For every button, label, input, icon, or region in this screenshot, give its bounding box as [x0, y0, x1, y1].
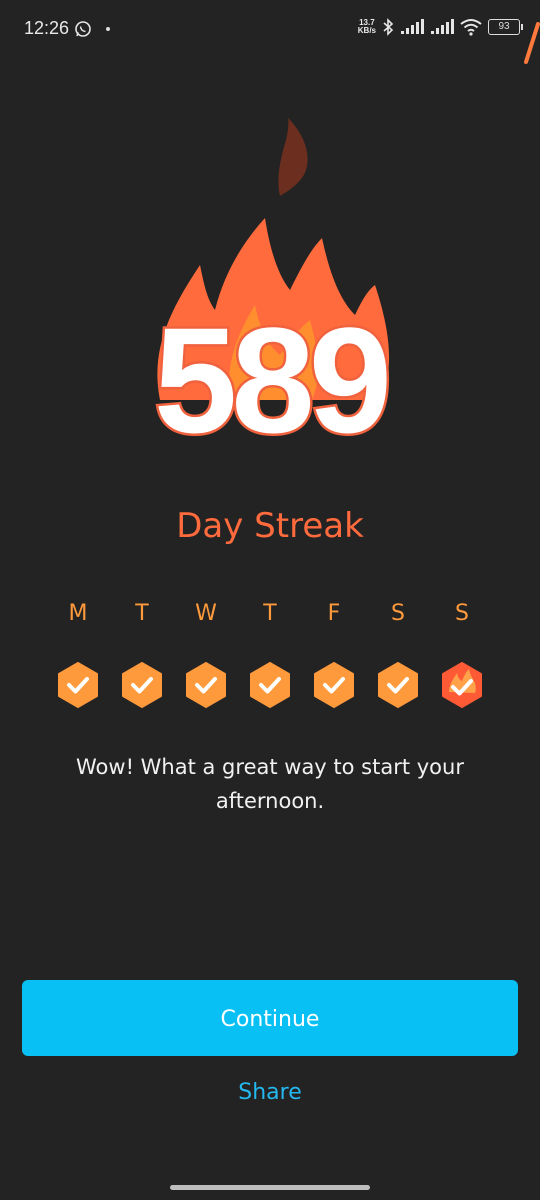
flame-check-badge-icon: [442, 662, 482, 708]
check-badge-icon: [122, 662, 162, 708]
day-saturday: S: [368, 596, 428, 708]
status-time: 12:26: [24, 18, 70, 38]
day-tuesday: T: [112, 596, 172, 708]
week-progress: M T W T F S S: [48, 596, 492, 708]
day-letter: T: [263, 601, 277, 626]
day-letter: S: [455, 601, 469, 626]
net-speed: 13.7 KB/s: [358, 19, 376, 35]
whatsapp-icon: [75, 21, 91, 37]
home-indicator[interactable]: [170, 1185, 370, 1190]
bluetooth-icon: [383, 18, 394, 36]
net-speed-unit: KB/s: [357, 26, 376, 35]
day-letter: W: [195, 601, 217, 626]
status-left-icons: [74, 20, 110, 38]
streak-count: 589: [151, 296, 394, 464]
flame-wisp: [278, 118, 308, 196]
day-monday: M: [48, 596, 108, 708]
share-button[interactable]: Share: [0, 1080, 540, 1105]
corner-accent: [524, 22, 540, 64]
streak-message: Wow! What a great way to start your afte…: [76, 755, 464, 813]
day-sunday: S: [432, 596, 492, 708]
status-bar: 12:26 13.7 KB/s 93: [0, 0, 540, 64]
check-badge-icon: [58, 662, 98, 708]
check-badge-icon: [250, 662, 290, 708]
day-letter: S: [391, 601, 405, 626]
signal-icon: [401, 19, 424, 34]
check-badge-icon: [186, 662, 226, 708]
streak-label: Day Streak: [176, 506, 364, 546]
day-letter: T: [135, 601, 149, 626]
check-badge-icon: [378, 662, 418, 708]
continue-button[interactable]: Continue: [22, 980, 518, 1056]
battery-icon: 93: [488, 19, 523, 35]
status-right-icons: 13.7 KB/s 93: [358, 18, 523, 36]
day-wednesday: W: [176, 596, 236, 708]
day-letter: F: [327, 601, 341, 626]
day-thursday: T: [240, 596, 300, 708]
notification-dot: [106, 27, 110, 31]
wifi-icon: [460, 19, 482, 36]
day-friday: F: [304, 596, 364, 708]
day-letter: M: [68, 601, 88, 626]
check-badge-icon: [314, 662, 354, 708]
signal-icon: [431, 19, 454, 34]
